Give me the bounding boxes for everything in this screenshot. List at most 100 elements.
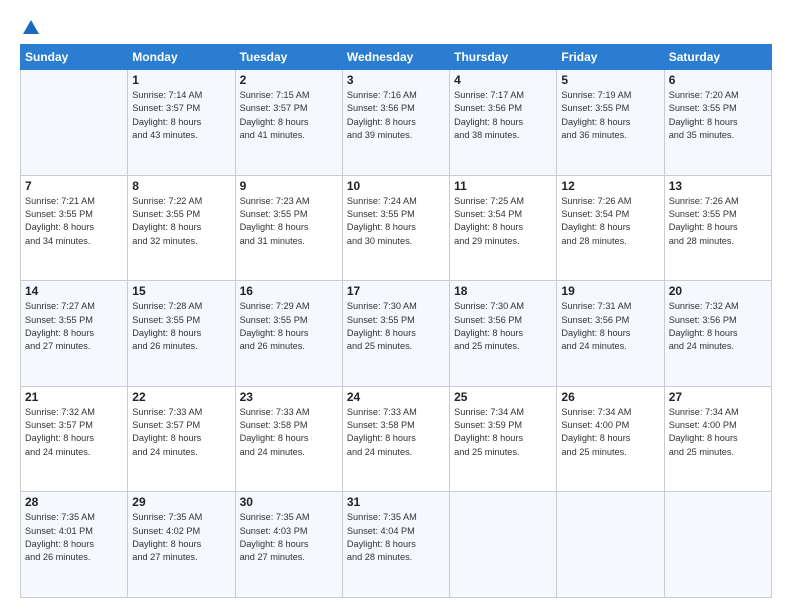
day-info: Sunrise: 7:32 AM Sunset: 3:57 PM Dayligh… <box>25 406 123 459</box>
day-number: 27 <box>669 390 767 404</box>
day-info: Sunrise: 7:32 AM Sunset: 3:56 PM Dayligh… <box>669 300 767 353</box>
calendar-cell: 6 Sunrise: 7:20 AM Sunset: 3:55 PM Daylig… <box>664 70 771 176</box>
day-info: Sunrise: 7:28 AM Sunset: 3:55 PM Dayligh… <box>132 300 230 353</box>
day-info: Sunrise: 7:29 AM Sunset: 3:55 PM Dayligh… <box>240 300 338 353</box>
calendar-cell <box>557 492 664 598</box>
day-info: Sunrise: 7:19 AM Sunset: 3:55 PM Dayligh… <box>561 89 659 142</box>
header-row: SundayMondayTuesdayWednesdayThursdayFrid… <box>21 45 772 70</box>
calendar-cell: 4 Sunrise: 7:17 AM Sunset: 3:56 PM Daylig… <box>450 70 557 176</box>
logo-triangle-icon <box>22 18 40 36</box>
calendar-cell: 2Sunrise: 7:15 AM Sunset: 3:57 PM Daylig… <box>235 70 342 176</box>
calendar-cell: 3Sunrise: 7:16 AM Sunset: 3:56 PM Daylig… <box>342 70 449 176</box>
day-number: 29 <box>132 495 230 509</box>
day-info: Sunrise: 7:20 AM Sunset: 3:55 PM Dayligh… <box>669 89 767 142</box>
day-info: Sunrise: 7:33 AM Sunset: 3:58 PM Dayligh… <box>347 406 445 459</box>
calendar-cell: 19 Sunrise: 7:31 AM Sunset: 3:56 PM Dayli… <box>557 281 664 387</box>
day-number: 4 <box>454 73 552 87</box>
calendar-cell: 16Sunrise: 7:29 AM Sunset: 3:55 PM Dayli… <box>235 281 342 387</box>
header-day-monday: Monday <box>128 45 235 70</box>
day-number: 24 <box>347 390 445 404</box>
day-info: Sunrise: 7:34 AM Sunset: 3:59 PM Dayligh… <box>454 406 552 459</box>
day-info: Sunrise: 7:21 AM Sunset: 3:55 PM Dayligh… <box>25 195 123 248</box>
day-number: 8 <box>132 179 230 193</box>
day-number: 13 <box>669 179 767 193</box>
calendar-cell: 30Sunrise: 7:35 AM Sunset: 4:03 PM Dayli… <box>235 492 342 598</box>
day-number: 20 <box>669 284 767 298</box>
calendar-cell: 15Sunrise: 7:28 AM Sunset: 3:55 PM Dayli… <box>128 281 235 387</box>
day-info: Sunrise: 7:30 AM Sunset: 3:55 PM Dayligh… <box>347 300 445 353</box>
calendar-week-4: 21 Sunrise: 7:32 AM Sunset: 3:57 PM Dayli… <box>21 386 772 492</box>
calendar-cell: 17 Sunrise: 7:30 AM Sunset: 3:55 PM Dayli… <box>342 281 449 387</box>
day-number: 5 <box>561 73 659 87</box>
day-info: Sunrise: 7:35 AM Sunset: 4:04 PM Dayligh… <box>347 511 445 564</box>
day-number: 17 <box>347 284 445 298</box>
calendar-cell: 11 Sunrise: 7:25 AM Sunset: 3:54 PM Dayli… <box>450 175 557 281</box>
calendar-week-1: 1Sunrise: 7:14 AM Sunset: 3:57 PM Daylig… <box>21 70 772 176</box>
day-number: 2 <box>240 73 338 87</box>
day-number: 11 <box>454 179 552 193</box>
calendar-week-2: 7 Sunrise: 7:21 AM Sunset: 3:55 PM Daylig… <box>21 175 772 281</box>
day-info: Sunrise: 7:34 AM Sunset: 4:00 PM Dayligh… <box>561 406 659 459</box>
calendar-page: SundayMondayTuesdayWednesdayThursdayFrid… <box>0 0 792 612</box>
day-number: 12 <box>561 179 659 193</box>
day-info: Sunrise: 7:14 AM Sunset: 3:57 PM Dayligh… <box>132 89 230 142</box>
calendar-cell: 31 Sunrise: 7:35 AM Sunset: 4:04 PM Dayli… <box>342 492 449 598</box>
day-info: Sunrise: 7:16 AM Sunset: 3:56 PM Dayligh… <box>347 89 445 142</box>
day-number: 10 <box>347 179 445 193</box>
day-number: 30 <box>240 495 338 509</box>
calendar-cell: 8 Sunrise: 7:22 AM Sunset: 3:55 PM Daylig… <box>128 175 235 281</box>
header-day-friday: Friday <box>557 45 664 70</box>
calendar-cell: 18Sunrise: 7:30 AM Sunset: 3:56 PM Dayli… <box>450 281 557 387</box>
calendar-cell: 1Sunrise: 7:14 AM Sunset: 3:57 PM Daylig… <box>128 70 235 176</box>
day-info: Sunrise: 7:26 AM Sunset: 3:54 PM Dayligh… <box>561 195 659 248</box>
day-number: 31 <box>347 495 445 509</box>
calendar-cell: 10Sunrise: 7:24 AM Sunset: 3:55 PM Dayli… <box>342 175 449 281</box>
calendar-cell: 13 Sunrise: 7:26 AM Sunset: 3:55 PM Dayli… <box>664 175 771 281</box>
day-number: 6 <box>669 73 767 87</box>
day-info: Sunrise: 7:34 AM Sunset: 4:00 PM Dayligh… <box>669 406 767 459</box>
day-info: Sunrise: 7:25 AM Sunset: 3:54 PM Dayligh… <box>454 195 552 248</box>
calendar-cell: 14Sunrise: 7:27 AM Sunset: 3:55 PM Dayli… <box>21 281 128 387</box>
day-number: 23 <box>240 390 338 404</box>
calendar-week-3: 14Sunrise: 7:27 AM Sunset: 3:55 PM Dayli… <box>21 281 772 387</box>
day-number: 18 <box>454 284 552 298</box>
day-number: 19 <box>561 284 659 298</box>
calendar-cell: 7 Sunrise: 7:21 AM Sunset: 3:55 PM Daylig… <box>21 175 128 281</box>
calendar-cell: 12 Sunrise: 7:26 AM Sunset: 3:54 PM Dayli… <box>557 175 664 281</box>
logo <box>20 18 40 34</box>
calendar-cell: 23 Sunrise: 7:33 AM Sunset: 3:58 PM Dayli… <box>235 386 342 492</box>
calendar-cell: 5 Sunrise: 7:19 AM Sunset: 3:55 PM Daylig… <box>557 70 664 176</box>
day-info: Sunrise: 7:27 AM Sunset: 3:55 PM Dayligh… <box>25 300 123 353</box>
day-info: Sunrise: 7:35 AM Sunset: 4:01 PM Dayligh… <box>25 511 123 564</box>
day-number: 22 <box>132 390 230 404</box>
day-info: Sunrise: 7:31 AM Sunset: 3:56 PM Dayligh… <box>561 300 659 353</box>
day-number: 28 <box>25 495 123 509</box>
calendar-cell: 22 Sunrise: 7:33 AM Sunset: 3:57 PM Dayli… <box>128 386 235 492</box>
day-info: Sunrise: 7:35 AM Sunset: 4:02 PM Dayligh… <box>132 511 230 564</box>
calendar-cell: 21 Sunrise: 7:32 AM Sunset: 3:57 PM Dayli… <box>21 386 128 492</box>
calendar-cell: 9 Sunrise: 7:23 AM Sunset: 3:55 PM Daylig… <box>235 175 342 281</box>
calendar-cell: 27 Sunrise: 7:34 AM Sunset: 4:00 PM Dayli… <box>664 386 771 492</box>
day-number: 25 <box>454 390 552 404</box>
day-number: 7 <box>25 179 123 193</box>
calendar-cell <box>21 70 128 176</box>
header <box>20 18 772 34</box>
day-info: Sunrise: 7:22 AM Sunset: 3:55 PM Dayligh… <box>132 195 230 248</box>
calendar-cell: 24 Sunrise: 7:33 AM Sunset: 3:58 PM Dayli… <box>342 386 449 492</box>
calendar-cell: 26Sunrise: 7:34 AM Sunset: 4:00 PM Dayli… <box>557 386 664 492</box>
calendar-cell <box>450 492 557 598</box>
day-info: Sunrise: 7:33 AM Sunset: 3:57 PM Dayligh… <box>132 406 230 459</box>
calendar-table: SundayMondayTuesdayWednesdayThursdayFrid… <box>20 44 772 598</box>
header-day-thursday: Thursday <box>450 45 557 70</box>
day-number: 9 <box>240 179 338 193</box>
header-day-tuesday: Tuesday <box>235 45 342 70</box>
day-info: Sunrise: 7:23 AM Sunset: 3:55 PM Dayligh… <box>240 195 338 248</box>
day-info: Sunrise: 7:33 AM Sunset: 3:58 PM Dayligh… <box>240 406 338 459</box>
day-number: 21 <box>25 390 123 404</box>
header-day-saturday: Saturday <box>664 45 771 70</box>
day-info: Sunrise: 7:17 AM Sunset: 3:56 PM Dayligh… <box>454 89 552 142</box>
day-info: Sunrise: 7:26 AM Sunset: 3:55 PM Dayligh… <box>669 195 767 248</box>
header-day-sunday: Sunday <box>21 45 128 70</box>
calendar-header: SundayMondayTuesdayWednesdayThursdayFrid… <box>21 45 772 70</box>
calendar-cell <box>664 492 771 598</box>
